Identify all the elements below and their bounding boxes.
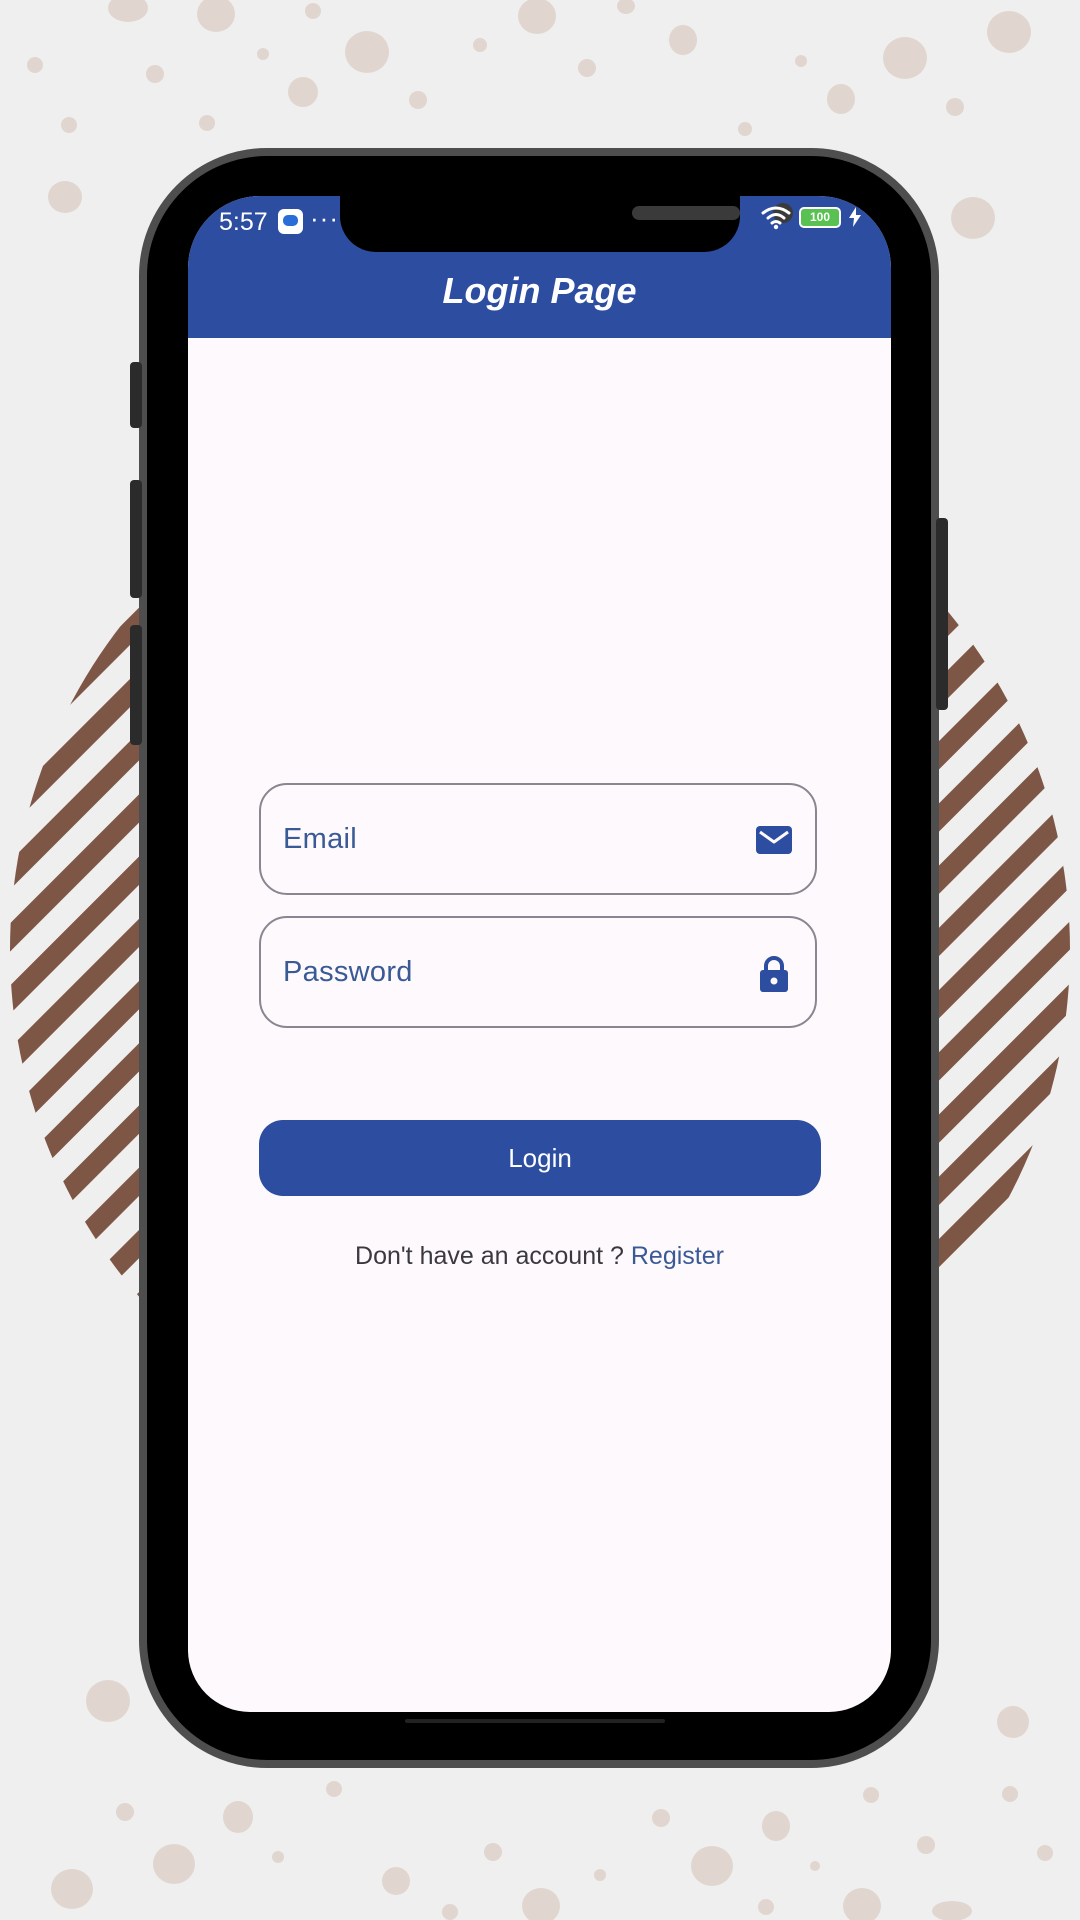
no-account-text: Don't have an account ? — [355, 1242, 624, 1270]
lock-icon — [760, 956, 788, 992]
home-indicator — [405, 1719, 665, 1723]
status-icons: 100 — [761, 204, 861, 230]
charging-icon — [849, 207, 861, 227]
register-link[interactable]: Register — [631, 1242, 724, 1270]
email-field[interactable]: Email — [259, 783, 817, 895]
volume-down-button — [130, 625, 142, 745]
email-placeholder: Email — [283, 823, 358, 855]
battery-icon: 100 — [799, 206, 841, 228]
register-prompt: Don't have an account ? Register — [188, 1236, 891, 1276]
password-placeholder: Password — [283, 956, 413, 988]
more-notifications-icon: ··· — [310, 203, 339, 233]
phone-screen: 5:57 ··· 100 Login Page Email Password L… — [188, 196, 891, 1712]
mail-icon — [756, 826, 792, 854]
login-button[interactable]: Login — [259, 1120, 821, 1196]
app-bar: 5:57 ··· 100 Login Page — [188, 196, 891, 338]
wifi-icon — [761, 206, 791, 230]
speaker — [632, 206, 740, 220]
notch — [340, 196, 793, 252]
power-button — [936, 518, 948, 710]
chat-icon — [278, 209, 303, 234]
volume-up-button — [130, 480, 142, 598]
silent-switch — [130, 362, 142, 428]
page-title: Login Page — [442, 270, 637, 311]
status-time: 5:57 — [219, 208, 268, 236]
password-field[interactable]: Password — [259, 916, 817, 1028]
